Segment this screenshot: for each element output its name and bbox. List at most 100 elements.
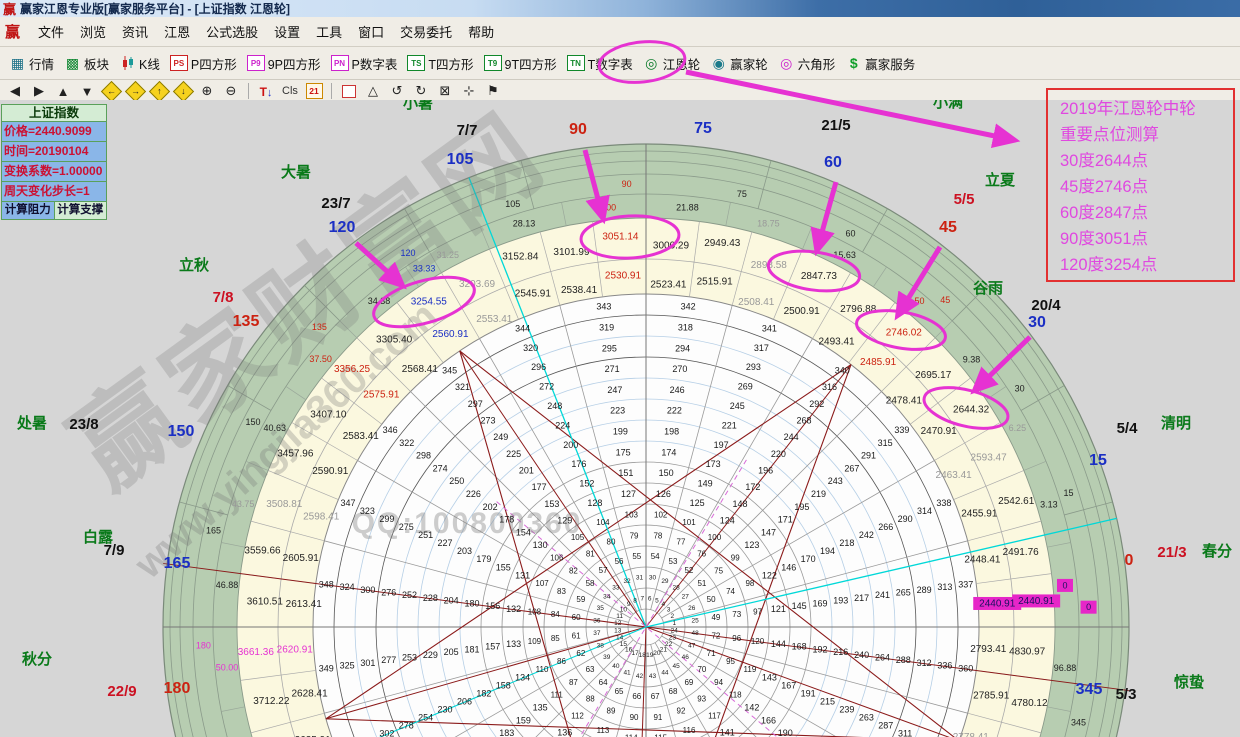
triangle-tool-button[interactable]: △ xyxy=(362,82,384,100)
wheel-number: 43 xyxy=(649,673,657,680)
wheel-number: 125 xyxy=(690,498,705,508)
toolbar-button-sectors-blocks[interactable]: ▩板块 xyxy=(59,52,114,75)
toolbar-button-t-square[interactable]: TST四方形 xyxy=(402,52,478,75)
menu-item-9[interactable]: 帮助 xyxy=(460,19,502,44)
toolbar-button-p-square[interactable]: PSP四方形 xyxy=(165,52,242,75)
box-x-tool-button[interactable]: ⊠ xyxy=(434,82,456,100)
wheel-number: 56 xyxy=(615,557,624,566)
winner-wheel-icon: ◉ xyxy=(710,55,727,71)
menu-item-7[interactable]: 窗口 xyxy=(350,19,392,44)
percent-label: 9.38 xyxy=(963,354,981,364)
toolbar-button-kline-candles[interactable]: K线 xyxy=(114,52,165,75)
resistance-price: 2440.91 xyxy=(1018,596,1055,607)
wheel-number: 53 xyxy=(669,557,678,566)
calendar-button[interactable]: 21 xyxy=(303,82,325,100)
wheel-number: 8 xyxy=(633,597,637,604)
wheel-number: 124 xyxy=(720,515,735,525)
wheel-number: 219 xyxy=(811,489,826,499)
outer-label-term: 小暑 xyxy=(403,100,433,112)
rect-tool-button[interactable] xyxy=(338,82,360,100)
scale-down-button[interactable]: ▼ xyxy=(76,82,98,100)
wheel-number: 85 xyxy=(551,634,560,643)
menu-item-5[interactable]: 设置 xyxy=(266,19,308,44)
wheel-number: 136 xyxy=(557,727,572,737)
toolbar-button-hexagon[interactable]: ◎六角形 xyxy=(773,52,841,75)
menu-item-2[interactable]: 资讯 xyxy=(114,19,156,44)
resistance-price: 2796.88 xyxy=(840,304,877,315)
expand-tool-button[interactable]: ⊹ xyxy=(458,82,480,100)
support-price: 2523.41 xyxy=(650,279,687,290)
wheel-number: 51 xyxy=(697,579,706,588)
calc-resistance-button[interactable]: 计算阻力 xyxy=(2,202,55,219)
resistance-price: 2746.02 xyxy=(886,328,923,339)
t-down-tool-button[interactable]: T↓ xyxy=(255,82,277,100)
menu-item-6[interactable]: 工具 xyxy=(308,19,350,44)
wheel-number: 46 xyxy=(682,654,690,661)
cls-tool-button[interactable]: Cls xyxy=(279,82,301,100)
toolbar-button-gann-wheel[interactable]: ◎江恩轮 xyxy=(638,52,706,75)
toolbar-button-winner-service[interactable]: $赢家服务 xyxy=(840,52,920,75)
wheel-number: 196 xyxy=(758,465,773,475)
toolbar-button-p-number-table[interactable]: PNP数字表 xyxy=(326,52,403,75)
wheel-number: 54 xyxy=(651,552,660,561)
toolbar-button-winner-wheel[interactable]: ◉赢家轮 xyxy=(705,52,773,75)
wheel-number: 79 xyxy=(630,531,639,540)
wheel-number: 93 xyxy=(697,695,706,704)
wheel-number: 142 xyxy=(744,703,759,713)
percent-label-third: 33.33 xyxy=(413,264,436,274)
panel-row-2: 变换系数=1.00000 xyxy=(2,162,106,182)
flag-tool-button[interactable]: ⚑ xyxy=(482,82,504,100)
wheel-number: 106 xyxy=(550,554,564,563)
calc-support-button[interactable]: 计算支撑 xyxy=(55,202,107,219)
wheel-number: 192 xyxy=(812,644,827,654)
toolbar-button-t-number-table[interactable]: TNT数字表 xyxy=(562,52,638,75)
page-next-button[interactable]: ▶ xyxy=(28,82,50,100)
wheel-number: 75 xyxy=(714,566,723,575)
wheel-number: 277 xyxy=(381,655,396,665)
zoom-out-button[interactable]: ⊖ xyxy=(220,82,242,100)
support-price: 2500.91 xyxy=(784,306,821,317)
wheel-number: 314 xyxy=(917,506,932,516)
pan-left-button[interactable]: ← xyxy=(100,82,122,100)
rotate-cw-button[interactable]: ↻ xyxy=(410,82,432,100)
menu-item-3[interactable]: 江恩 xyxy=(156,19,198,44)
outer-label-date: 23/7 xyxy=(321,195,350,212)
wheel-number: 337 xyxy=(958,579,973,589)
page-prev-button[interactable]: ◀ xyxy=(4,82,26,100)
resistance-price: 3000.29 xyxy=(653,240,690,251)
percent-label: 28.13 xyxy=(513,218,536,228)
toolbar-label-t-square: T四方形 xyxy=(428,54,473,73)
pan-right-button[interactable]: → xyxy=(124,82,146,100)
toolbar-button-p9-square[interactable]: P99P四方形 xyxy=(242,52,326,75)
calendar-icon: 21 xyxy=(306,83,323,99)
menu-item-0[interactable]: 文件 xyxy=(30,19,72,44)
wheel-number: 119 xyxy=(744,665,757,674)
pan-up-button[interactable]: ↑ xyxy=(148,82,170,100)
rotate-ccw-button[interactable]: ↺ xyxy=(386,82,408,100)
menu-item-4[interactable]: 公式选股 xyxy=(198,19,266,44)
menu-item-1[interactable]: 浏览 xyxy=(72,19,114,44)
wheel-number: 40 xyxy=(612,663,620,670)
pan-down-button[interactable]: ↓ xyxy=(172,82,194,100)
wheel-number: 76 xyxy=(697,550,706,559)
percent-label: 46.88 xyxy=(216,580,239,590)
toolbar-button-t9-square[interactable]: T99T四方形 xyxy=(479,52,562,75)
app-logo-icon: 赢 xyxy=(3,0,16,18)
zoom-in-button[interactable]: ⊕ xyxy=(196,82,218,100)
pan-down-icon: ↓ xyxy=(172,80,193,101)
wheel-number: 71 xyxy=(707,649,716,658)
toolbar-button-quotes-grid[interactable]: ▦行情 xyxy=(4,52,59,75)
wheel-number: 177 xyxy=(532,482,547,492)
outer-label-term: 小满 xyxy=(933,100,963,111)
wheel-number: 123 xyxy=(744,540,759,550)
wheel-number: 61 xyxy=(572,631,581,640)
scale-up-button[interactable]: ▲ xyxy=(52,82,74,100)
wheel-number: 118 xyxy=(729,691,742,700)
wheel-number: 48 xyxy=(691,630,699,637)
wheel-number: 182 xyxy=(476,689,491,699)
resistance-price: 3559.66 xyxy=(244,545,281,556)
menu-item-8[interactable]: 交易委托 xyxy=(392,19,460,44)
p9-square-icon: P9 xyxy=(247,55,265,71)
wheel-number: 52 xyxy=(684,566,693,575)
wheel-number: 291 xyxy=(861,451,876,461)
